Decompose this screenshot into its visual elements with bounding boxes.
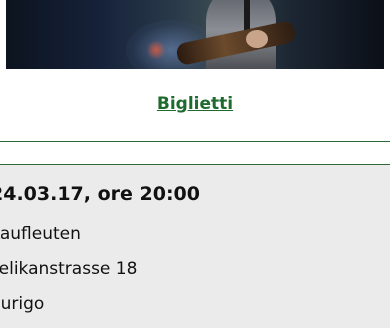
- venue-name: Kaufleuten: [0, 224, 81, 244]
- concert-photo: [6, 0, 384, 69]
- event-datetime: 24.03.17, ore 20:00: [0, 183, 200, 205]
- section-divider-top: [0, 141, 390, 142]
- venue-street: Pelikanstrasse 18: [0, 259, 138, 279]
- tickets-link[interactable]: Biglietti: [0, 94, 390, 114]
- event-page: Biglietti 24.03.17, ore 20:00 Kaufleuten…: [0, 0, 390, 328]
- venue-city: Zurigo: [0, 294, 45, 314]
- stage-light: [146, 40, 166, 60]
- performer-hand: [246, 30, 268, 48]
